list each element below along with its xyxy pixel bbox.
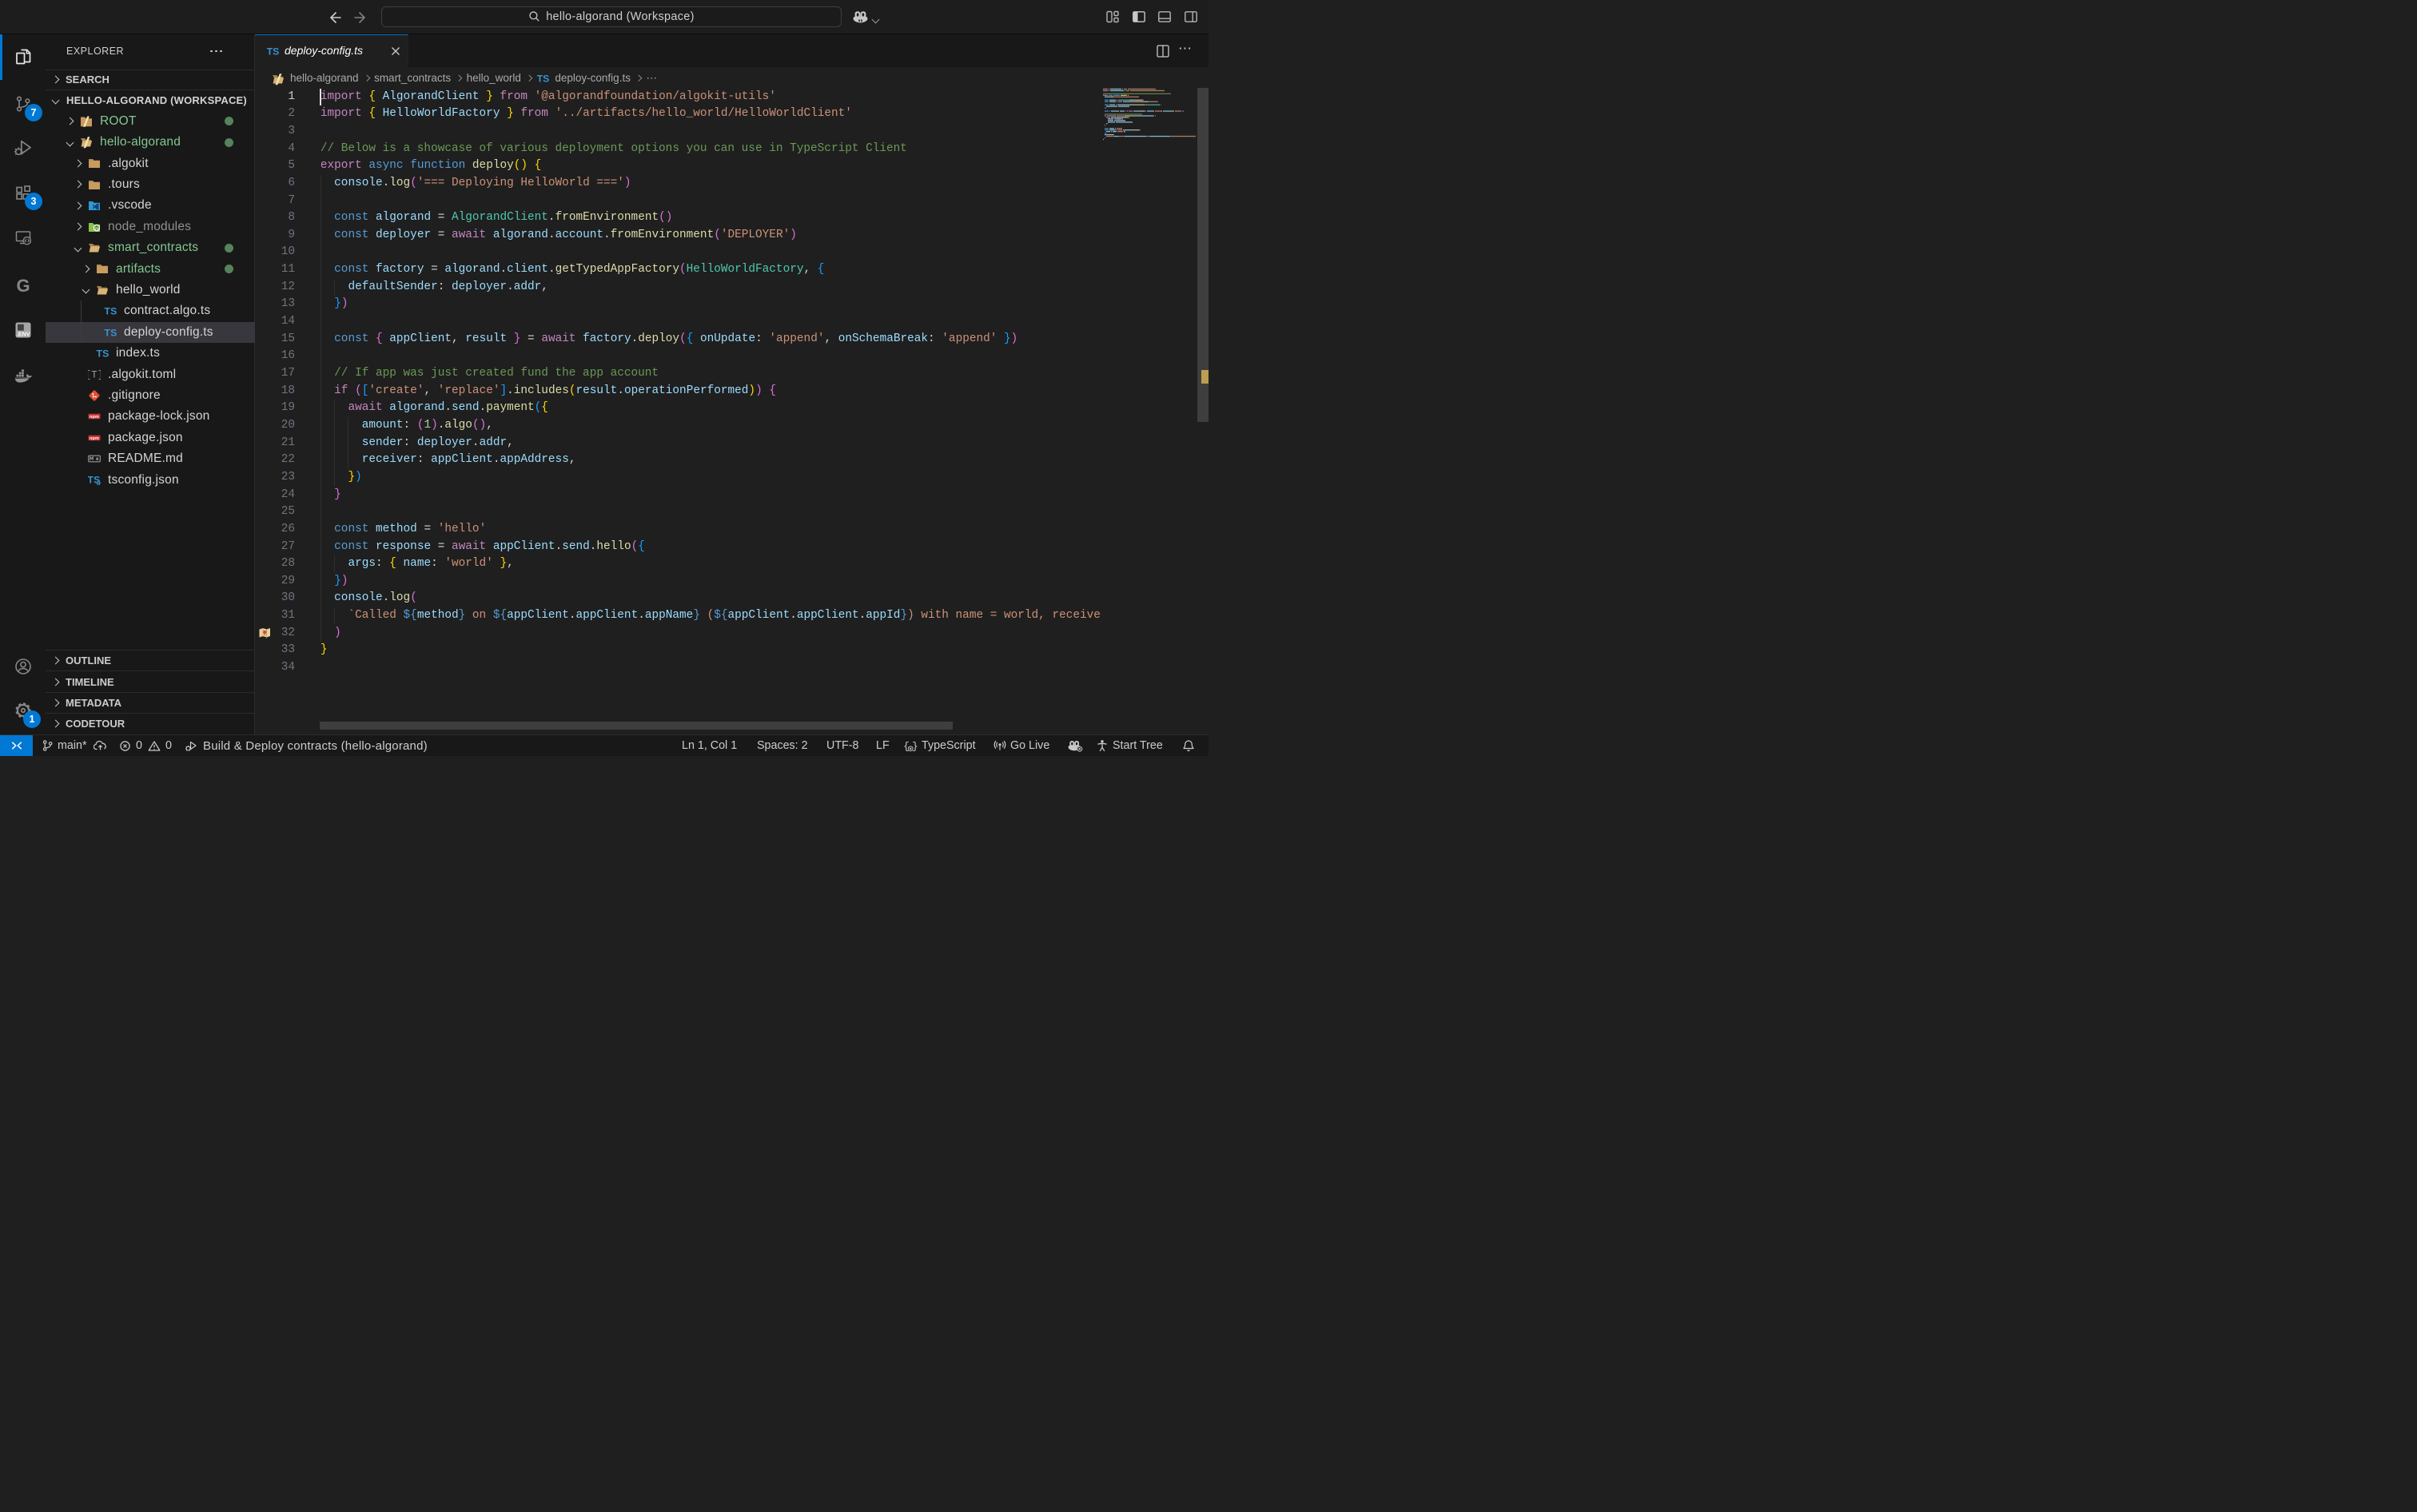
svg-text:}: }	[912, 741, 918, 753]
